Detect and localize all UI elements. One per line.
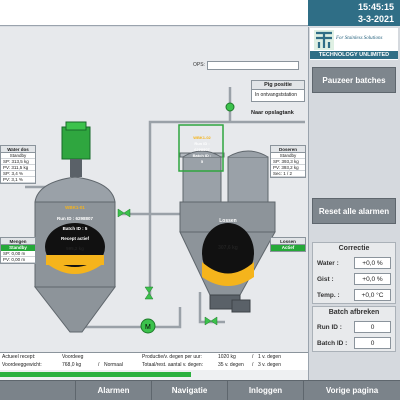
total-separator: / <box>252 362 254 368</box>
pipe-destination-label: Naar opslagtank <box>251 110 294 116</box>
total-value: 35 v. degen <box>218 362 244 368</box>
batch-abort-panel: Batch afbreken Run ID : 0 Batch ID : 0 <box>312 306 396 352</box>
mixing-row: PV: 0,00 m <box>1 257 35 263</box>
process-overview: M OPS: <box>0 27 308 352</box>
batch-progress <box>0 370 308 380</box>
unloading-box: Lossen Actief <box>270 237 306 252</box>
clock-date: 3-3-2021 <box>357 14 394 24</box>
water-dosing-box: Water dos Standby SP: 313,5 kg PV: 311,5… <box>0 145 36 184</box>
recipe-info-bar: Actueel recept: Voordeeg Voordeeggewicht… <box>0 352 308 370</box>
correction-title: Correctie <box>338 245 370 252</box>
dosing-box: Doseren Standby SP: 393,3 kg PV: 393,2 k… <box>270 145 306 178</box>
valve-icon <box>210 316 218 326</box>
production-label: Productie/v. degen per uur: <box>142 354 202 360</box>
mode-value: Normaal <box>104 362 123 368</box>
tank-left-weight: 595,2 kg <box>66 246 84 251</box>
nav-button-blank[interactable] <box>0 381 76 400</box>
correction-yeast-input[interactable]: +0,0 % <box>354 273 391 285</box>
mixing-box: Mengen Standby SP: 0,00 m PV: 0,00 m <box>0 237 36 264</box>
company-logo: For Stainless Solutions TECHNOLOGY UNLIM… <box>310 28 398 60</box>
process-diagram: M <box>25 87 305 334</box>
valve-icon <box>123 208 131 218</box>
svg-text:M: M <box>145 324 151 331</box>
logo-icon <box>314 30 334 50</box>
correction-yeast-row: Gist : +0,0 % <box>313 273 397 286</box>
production-count: 1 v. degen <box>258 354 281 360</box>
unloading-title: Lossen <box>271 238 305 245</box>
abort-batch-row: Batch ID : 0 <box>313 337 397 350</box>
pig-position-value: In ontvangststation <box>255 92 297 98</box>
batch-progress-fill <box>0 372 191 377</box>
nav-navigation-button[interactable]: Navigatie <box>152 381 228 400</box>
rest-value: 3 v. degen <box>258 362 281 368</box>
logo-company: TECHNOLOGY UNLIMITED <box>310 51 398 59</box>
tank-right-weight: 307,6 kg <box>218 245 238 251</box>
tank-left-name: WBK1-01 <box>65 205 85 210</box>
correction-panel: Correctie Water : +0,0 % Gist : +0,0 % T… <box>312 242 396 304</box>
pig-position-box: Pig positie In ontvangststation <box>251 80 305 102</box>
tank-right-batch-no: 5 <box>200 159 204 164</box>
logo-tagline: For Stainless Solutions <box>336 36 383 41</box>
valve-icon <box>204 316 212 326</box>
pig-sensor-icon <box>225 102 235 112</box>
clock-time: 15:45:15 <box>357 2 394 12</box>
abort-batch-input[interactable]: 0 <box>354 337 391 349</box>
ops-label: OPS: <box>193 62 205 68</box>
total-label: Totaal/rest. aantal v. degen: <box>142 362 204 368</box>
pause-batches-button[interactable]: Pauzeer batches <box>312 67 396 93</box>
correction-temp-label: Temp. : <box>317 292 340 299</box>
dosing-title: Doseren <box>271 146 305 153</box>
correction-temp-row: Temp. : +0,0 °C <box>313 289 397 302</box>
correction-water-row: Water : +0,0 % <box>313 257 397 270</box>
nav-back-button[interactable]: Vorige pagina <box>304 381 400 400</box>
abort-run-input[interactable]: 0 <box>354 321 391 333</box>
correction-temp-input[interactable]: +0,0 °C <box>354 289 391 301</box>
bottom-navigation: Alarmen Navigatie Inloggen Vorige pagina <box>0 380 400 400</box>
tank-right-labels: WBK1-02 Run ID : 6298807 Batch ID : 5 <box>183 135 221 165</box>
tank-left-batch: Batch ID : 5 <box>62 226 88 231</box>
valve-icon <box>144 286 154 294</box>
tank-left-recipe: Recept actief <box>60 236 89 241</box>
tank-left-labels: WBK1-01 Run ID : 6298807 Batch ID : 5 Re… <box>45 205 105 251</box>
header-bar <box>0 0 308 26</box>
recipe-value: Voordeeg <box>62 354 84 360</box>
abort-run-row: Run ID : 0 <box>313 321 397 334</box>
water-dosing-title: Water dos <box>1 146 35 153</box>
tank-right-state: Lossen <box>219 218 237 224</box>
tank-left-run: Run ID : 6298807 <box>56 216 93 221</box>
correction-water-label: Water : <box>317 260 339 267</box>
production-value: 1020 kg <box>218 354 236 360</box>
dosing-row: Sec: 1 / 2 <box>271 171 305 177</box>
valve-icon <box>117 208 125 218</box>
abort-run-label: Run ID : <box>317 324 342 331</box>
reset-alarms-button[interactable]: Reset alle alarmen <box>312 198 396 224</box>
weight-value: 768,0 kg <box>62 362 82 368</box>
abort-batch-label: Batch ID : <box>317 340 348 347</box>
water-dosing-row: PV: 3,1 % <box>1 177 35 183</box>
nav-alarms-button[interactable]: Alarmen <box>76 381 152 400</box>
batch-abort-title: Batch afbreken <box>328 309 380 316</box>
clock-panel: 15:45:15 3-3-2021 <box>308 0 400 26</box>
correction-yeast-label: Gist : <box>317 276 334 283</box>
weight-label: Voordeeggewicht: <box>2 362 42 368</box>
production-separator: / <box>252 354 254 360</box>
valve-icon <box>144 292 154 300</box>
correction-water-input[interactable]: +0,0 % <box>354 257 391 269</box>
ops-input[interactable] <box>207 61 299 70</box>
recipe-label: Actueel recept: <box>2 354 36 360</box>
mixing-title: Mengen <box>1 238 35 245</box>
pig-position-title: Pig positie <box>252 81 304 90</box>
mode-separator: / <box>98 362 100 368</box>
nav-login-button[interactable]: Inloggen <box>228 381 304 400</box>
unloading-status: Actief <box>271 245 305 251</box>
